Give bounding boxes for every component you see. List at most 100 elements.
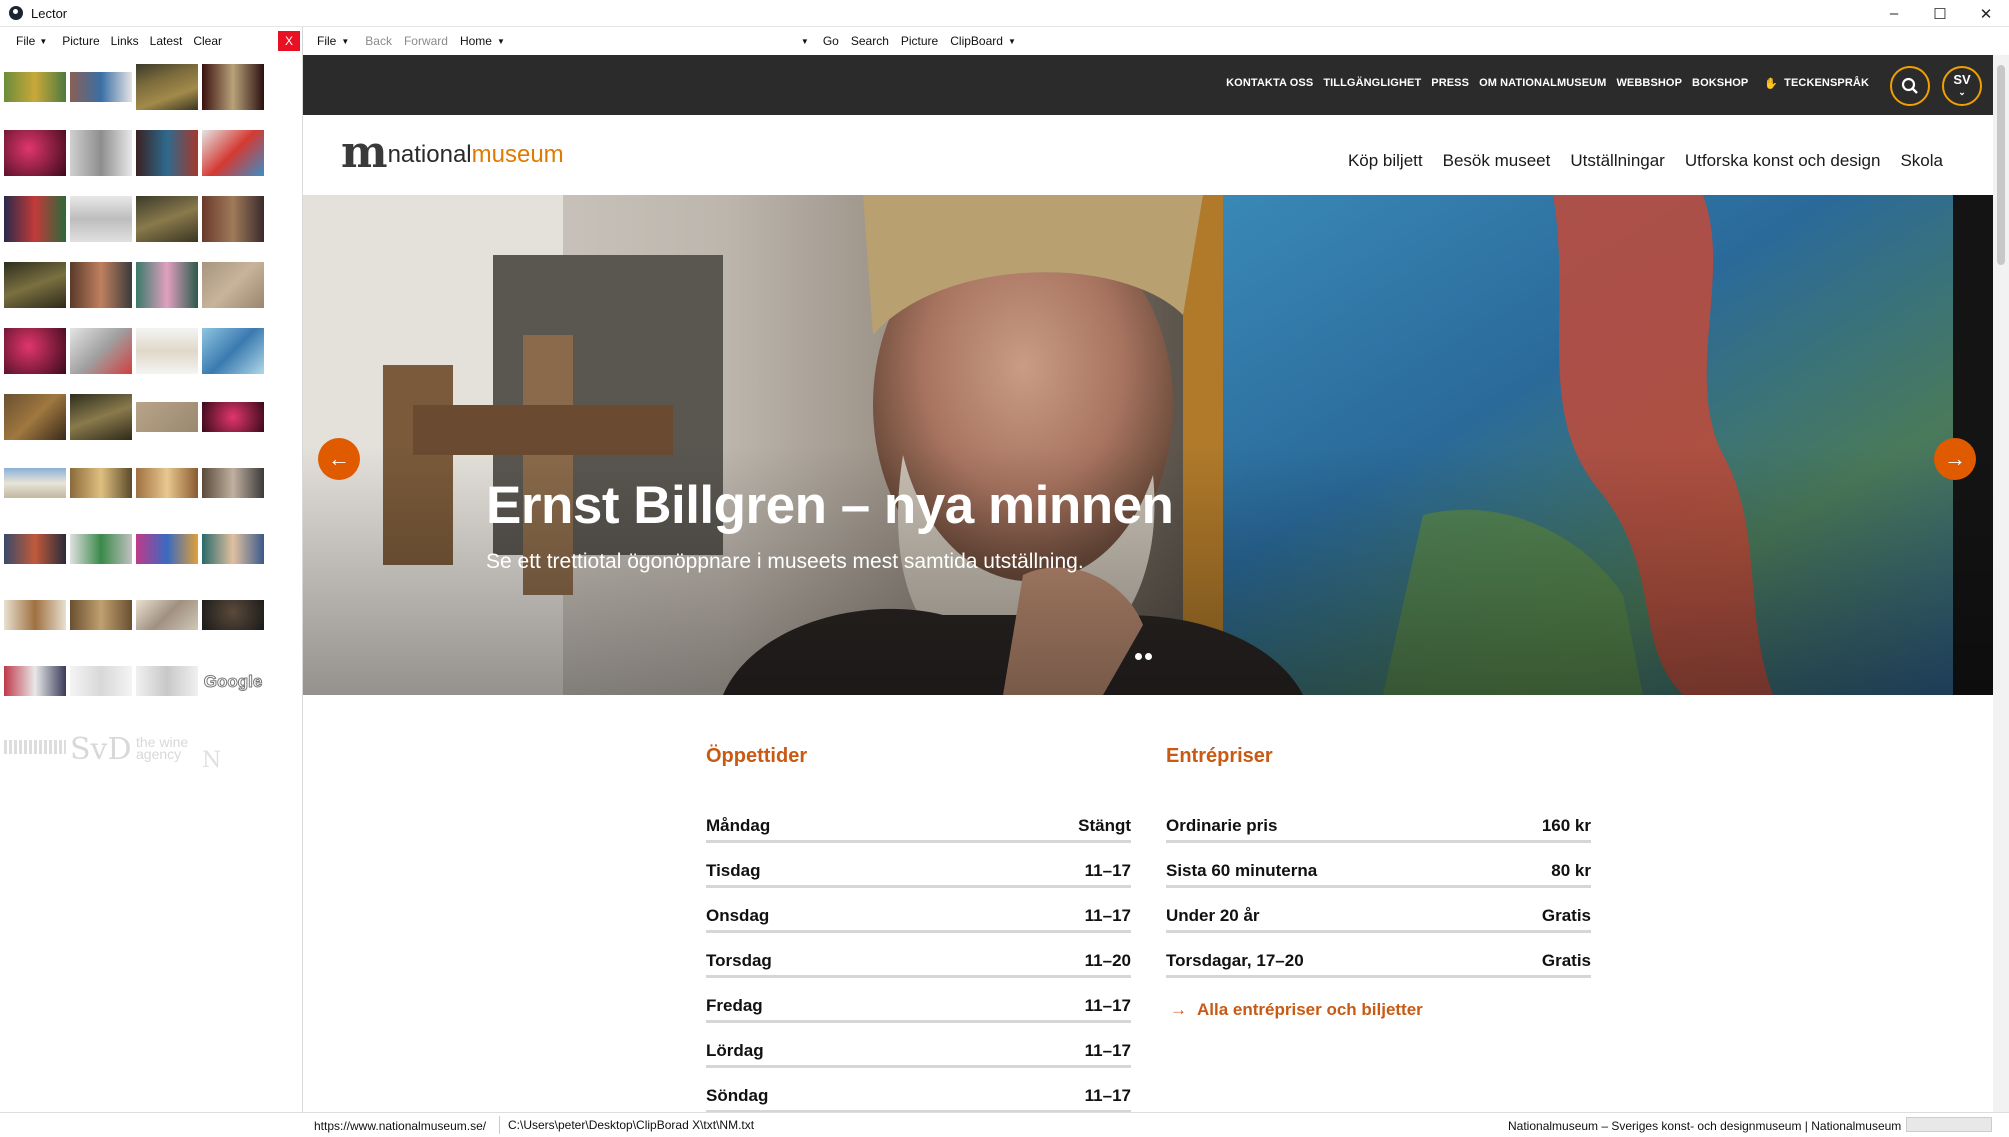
thumbnail[interactable]: [202, 402, 264, 432]
clipboard-menu[interactable]: ClipBoard: [950, 34, 1003, 48]
thumbnail[interactable]: [136, 468, 198, 498]
thumbnail[interactable]: [4, 72, 66, 102]
left-menu-latest[interactable]: Latest: [150, 34, 183, 48]
thumbnail[interactable]: [202, 468, 264, 498]
thumbnail[interactable]: [202, 196, 264, 242]
carousel-next-button[interactable]: →: [1934, 438, 1976, 480]
thumbnail[interactable]: [4, 534, 66, 564]
address-dropdown-icon[interactable]: ▼: [801, 37, 809, 46]
thumbnail[interactable]: [4, 740, 66, 754]
thumbnail[interactable]: [70, 600, 132, 630]
right-menu-file[interactable]: File: [317, 34, 336, 48]
thumbnail[interactable]: [4, 468, 66, 498]
thumbnail[interactable]: [70, 666, 132, 696]
thumbnail[interactable]: [4, 666, 66, 696]
chevron-down-icon[interactable]: ▼: [39, 37, 47, 46]
thumbnail[interactable]: [202, 534, 264, 564]
link-webbshop[interactable]: WEBBSHOP: [1616, 77, 1682, 90]
price-label: Ordinarie pris: [1166, 816, 1278, 835]
minimize-button[interactable]: –: [1871, 0, 1917, 27]
nav-kop-biljett[interactable]: Köp biljett: [1348, 151, 1423, 171]
thumbnail[interactable]: [136, 666, 198, 696]
wine-agency-thumbnail[interactable]: the wine agency: [136, 735, 198, 766]
link-tillganglighet[interactable]: TILLGÄNGLIGHET: [1323, 77, 1421, 90]
thumbnail[interactable]: [70, 72, 132, 102]
site-search-button[interactable]: [1890, 66, 1930, 106]
thumbnail[interactable]: [136, 64, 198, 110]
carousel-dot[interactable]: [1145, 653, 1152, 660]
utility-links: KONTAKTA OSS TILLGÄNGLIGHET PRESS OM NAT…: [1216, 77, 1869, 90]
left-menu-clear[interactable]: Clear: [193, 34, 222, 48]
link-teckensprak[interactable]: TECKENSPRÅK: [1784, 77, 1869, 90]
carousel-dot[interactable]: [1135, 653, 1142, 660]
nav-skola[interactable]: Skola: [1900, 151, 1943, 171]
thumbnail[interactable]: [70, 534, 132, 564]
thumbnail[interactable]: [202, 328, 264, 374]
maximize-button[interactable]: ☐: [1917, 0, 1963, 27]
price-value: Gratis: [1541, 906, 1591, 925]
chevron-down-icon[interactable]: ▼: [497, 37, 505, 46]
vertical-scrollbar[interactable]: [1993, 55, 2009, 1112]
thumbnail[interactable]: [70, 394, 132, 440]
thumbnail[interactable]: [4, 262, 66, 308]
prices-heading: Entrépriser: [1166, 745, 1273, 767]
right-menu-picture[interactable]: Picture: [901, 34, 938, 48]
hero-carousel[interactable]: Ernst Billgren – nya minnen Se ett trett…: [303, 195, 1993, 695]
forward-button[interactable]: Forward: [404, 34, 448, 48]
left-menu-file[interactable]: File: [16, 34, 35, 48]
back-button[interactable]: Back: [365, 34, 392, 48]
day-label: Tisdag: [706, 861, 761, 880]
all-prices-link[interactable]: → Alla entrépriser och biljetter: [1166, 1000, 1591, 1020]
thumbnail[interactable]: [4, 394, 66, 440]
thumbnail[interactable]: [70, 262, 132, 308]
hero-title[interactable]: Ernst Billgren – nya minnen: [486, 475, 1174, 536]
google-logo-thumbnail[interactable]: Google: [202, 668, 264, 696]
left-menu-links[interactable]: Links: [111, 34, 139, 48]
nav-besok-museet[interactable]: Besök museet: [1443, 151, 1551, 171]
logo-text-museum: museum: [471, 141, 564, 168]
chevron-down-icon[interactable]: ▼: [341, 37, 349, 46]
link-press[interactable]: PRESS: [1431, 77, 1469, 90]
thumbnail[interactable]: [136, 534, 198, 564]
go-button[interactable]: Go: [823, 34, 839, 48]
thumbnail[interactable]: [202, 64, 264, 110]
svd-logo-thumbnail[interactable]: SvD: [70, 732, 132, 768]
arrow-right-icon: →: [1944, 446, 1966, 471]
close-pane-button[interactable]: X: [278, 31, 300, 51]
search-button[interactable]: Search: [851, 34, 889, 48]
nav-utstallningar[interactable]: Utställningar: [1570, 151, 1665, 171]
link-bokshop[interactable]: BOKSHOP: [1692, 77, 1748, 90]
nationalmuseum-logo[interactable]: m national museum: [341, 131, 564, 175]
thumbnail[interactable]: [136, 328, 198, 374]
language-button[interactable]: SV ⌄: [1942, 66, 1982, 106]
thumbnail[interactable]: [70, 196, 132, 242]
nav-utforska[interactable]: Utforska konst och design: [1685, 151, 1881, 171]
home-button[interactable]: Home: [460, 34, 492, 48]
thumbnail[interactable]: [202, 600, 264, 630]
close-window-button[interactable]: ✕: [1963, 0, 2009, 27]
thumbnail[interactable]: [4, 600, 66, 630]
left-pane: File ▼ Picture Links Latest Clear X Goog…: [0, 27, 302, 1112]
thumbnail[interactable]: [136, 600, 198, 630]
browser-menubar: File ▼ Back Forward Home ▼ ▼ Go Search P…: [303, 27, 2009, 55]
thumbnail[interactable]: [202, 262, 264, 308]
link-kontakta-oss[interactable]: KONTAKTA OSS: [1226, 77, 1313, 90]
link-om-nationalmuseum[interactable]: OM NATIONALMUSEUM: [1479, 77, 1606, 90]
thumbnail[interactable]: [70, 328, 132, 374]
thumbnail[interactable]: [4, 196, 66, 242]
thumbnail[interactable]: [70, 468, 132, 498]
nationalmuseum-logo-thumbnail[interactable]: N: [202, 748, 264, 773]
thumbnail[interactable]: [136, 262, 198, 308]
thumbnail[interactable]: [136, 402, 198, 432]
thumbnail[interactable]: [4, 328, 66, 374]
scrollbar-thumb[interactable]: [1997, 65, 2005, 265]
chevron-down-icon[interactable]: ▼: [1008, 37, 1016, 46]
carousel-prev-button[interactable]: ←: [318, 438, 360, 480]
thumbnail[interactable]: [136, 130, 198, 176]
thumbnail[interactable]: [136, 196, 198, 242]
left-menu-picture[interactable]: Picture: [62, 34, 99, 48]
thumbnail[interactable]: [70, 130, 132, 176]
thumbnail[interactable]: [4, 130, 66, 176]
language-label: SV: [1953, 72, 1971, 87]
thumbnail[interactable]: [202, 130, 264, 176]
